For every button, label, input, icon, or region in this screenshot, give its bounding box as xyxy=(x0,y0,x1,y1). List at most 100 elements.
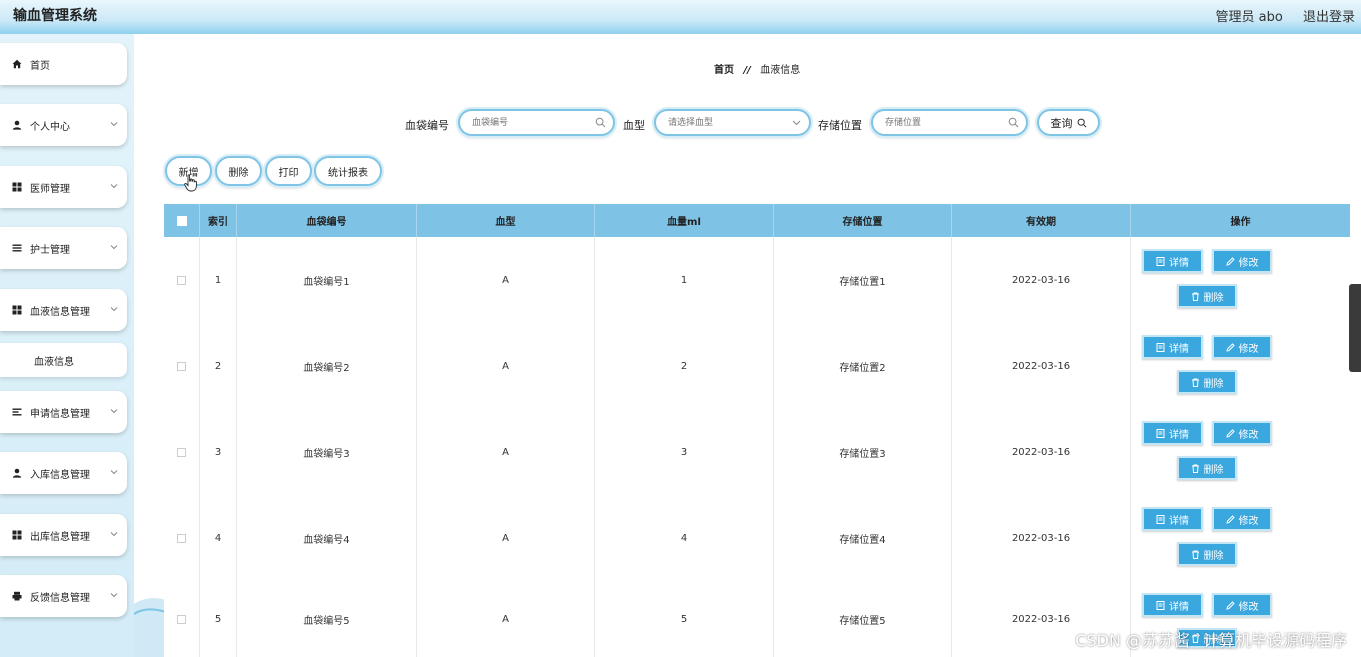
sidebar-item-label: 入库信息管理 xyxy=(30,469,90,481)
detail-button[interactable]: 详情 xyxy=(1142,249,1203,273)
scrollbar-thumb[interactable] xyxy=(1349,284,1361,372)
cell-blood-type: A xyxy=(417,409,595,495)
delete-label: 删除 xyxy=(1203,550,1224,562)
header-index: 索引 xyxy=(200,204,237,237)
document-icon xyxy=(1156,342,1165,352)
blood-type-select-input[interactable] xyxy=(666,116,780,129)
detail-button[interactable]: 详情 xyxy=(1142,507,1203,531)
cell-volume: 1 xyxy=(595,237,774,323)
sidebar-item-doctor-management[interactable]: 医师管理 xyxy=(0,166,127,208)
sidebar-subitem-blood-info[interactable]: 血液信息 xyxy=(0,343,127,377)
row-checkbox[interactable] xyxy=(177,275,186,285)
detail-button[interactable]: 详情 xyxy=(1142,335,1203,359)
report-button[interactable]: 统计报表 xyxy=(314,156,382,186)
search-icon xyxy=(595,117,606,128)
sidebar-item-stock-out-management[interactable]: 出库信息管理 xyxy=(0,514,127,556)
grid-icon xyxy=(12,530,22,540)
delete-label: 删除 xyxy=(1203,378,1224,390)
select-all-checkbox[interactable] xyxy=(176,215,187,226)
chevron-down-icon xyxy=(110,307,118,312)
chevron-down-icon xyxy=(110,470,118,475)
sidebar-item-nurse-management[interactable]: 护士管理 xyxy=(0,227,127,269)
cell-location: 存储位置4 xyxy=(774,495,952,581)
cell-bag-no: 血袋编号4 xyxy=(237,495,417,581)
breadcrumb-home[interactable]: 首页 xyxy=(714,65,734,76)
sidebar-item-application-management[interactable]: 申请信息管理 xyxy=(0,391,127,433)
document-icon xyxy=(1156,256,1165,266)
sidebar-item-stock-in-management[interactable]: 入库信息管理 xyxy=(0,452,127,494)
table-header: 索引 血袋编号 血型 血量ml 存储位置 有效期 操作 xyxy=(164,204,1350,237)
edit-icon xyxy=(1225,342,1235,352)
bag-no-input[interactable] xyxy=(470,116,584,129)
chevron-down-icon xyxy=(792,120,801,126)
row-select-cell xyxy=(164,323,200,409)
watermark: CSDN @苏苏酱 `计算机毕设源码程序 xyxy=(1075,631,1347,650)
edit-button[interactable]: 修改 xyxy=(1212,593,1272,617)
sidebar-item-blood-info-management[interactable]: 血液信息管理 xyxy=(0,289,127,331)
cell-bag-no: 血袋编号3 xyxy=(237,409,417,495)
row-checkbox[interactable] xyxy=(177,533,186,543)
sidebar-item-home[interactable]: 首页 xyxy=(0,43,127,85)
cell-volume: 4 xyxy=(595,495,774,581)
query-button-label: 查询 xyxy=(1050,116,1073,130)
list-icon xyxy=(12,407,22,417)
detail-label: 详情 xyxy=(1169,343,1189,355)
cell-location: 存储位置1 xyxy=(774,237,952,323)
header-user-area: 管理员 abo 退出登录 xyxy=(1200,6,1355,25)
location-label: 存储位置 xyxy=(818,119,862,132)
print-button[interactable]: 打印 xyxy=(265,156,312,186)
edit-label: 修改 xyxy=(1238,257,1259,269)
location-input-wrapper[interactable] xyxy=(871,109,1028,136)
detail-button[interactable]: 详情 xyxy=(1142,593,1203,617)
sidebar-item-label: 首页 xyxy=(30,60,50,72)
sidebar-item-label: 出库信息管理 xyxy=(30,531,90,543)
table-row: 3 血袋编号3 A 3 存储位置3 2022-03-16 详情 修改 删除 xyxy=(164,409,1350,496)
document-icon xyxy=(1156,600,1165,610)
detail-label: 详情 xyxy=(1169,601,1189,613)
cell-volume: 2 xyxy=(595,323,774,409)
cell-blood-type: A xyxy=(417,581,595,657)
cell-index: 1 xyxy=(200,237,237,323)
trash-icon xyxy=(1191,550,1199,559)
sidebar-item-label: 反馈信息管理 xyxy=(30,592,90,604)
row-checkbox[interactable] xyxy=(177,447,186,457)
sidebar-item-feedback-management[interactable]: 反馈信息管理 xyxy=(0,575,127,617)
detail-button[interactable]: 详情 xyxy=(1142,421,1203,445)
location-input[interactable] xyxy=(883,116,997,129)
document-icon xyxy=(1156,514,1165,524)
blood-type-select[interactable] xyxy=(654,109,811,136)
cell-volume: 3 xyxy=(595,409,774,495)
user-icon xyxy=(12,120,22,130)
cell-expiry: 2022-03-16 xyxy=(952,323,1131,409)
cell-expiry: 2022-03-16 xyxy=(952,237,1131,323)
bag-no-label: 血袋编号 xyxy=(405,119,449,132)
header-location: 存储位置 xyxy=(774,204,952,237)
bag-no-input-wrapper[interactable] xyxy=(458,109,615,136)
row-select-cell xyxy=(164,581,200,657)
delete-row-button[interactable]: 删除 xyxy=(1177,284,1237,308)
delete-row-button[interactable]: 删除 xyxy=(1177,456,1237,480)
cell-actions: 详情 修改 删除 xyxy=(1131,409,1350,495)
breadcrumb: 首页 // 血液信息 xyxy=(714,61,800,76)
delete-row-button[interactable]: 删除 xyxy=(1177,370,1237,394)
chevron-down-icon xyxy=(110,532,118,537)
query-button[interactable]: 查询 xyxy=(1037,109,1100,136)
row-checkbox[interactable] xyxy=(177,614,186,624)
edit-button[interactable]: 修改 xyxy=(1212,507,1272,531)
edit-button[interactable]: 修改 xyxy=(1212,249,1272,273)
breadcrumb-separator: // xyxy=(743,65,751,76)
row-checkbox[interactable] xyxy=(177,361,186,371)
home-icon xyxy=(12,59,22,69)
header-blood-type: 血型 xyxy=(417,204,595,237)
edit-button[interactable]: 修改 xyxy=(1212,421,1272,445)
sidebar-item-label: 护士管理 xyxy=(30,244,70,256)
row-select-cell xyxy=(164,409,200,495)
logout-link[interactable]: 退出登录 xyxy=(1303,10,1355,25)
user-icon xyxy=(12,468,22,478)
edit-button[interactable]: 修改 xyxy=(1212,335,1272,359)
sidebar-item-personal-center[interactable]: 个人中心 xyxy=(0,104,127,146)
hand-cursor-icon xyxy=(184,174,197,192)
delete-row-button[interactable]: 删除 xyxy=(1177,542,1237,566)
delete-button[interactable]: 删除 xyxy=(215,156,262,186)
cell-bag-no: 血袋编号1 xyxy=(237,237,417,323)
